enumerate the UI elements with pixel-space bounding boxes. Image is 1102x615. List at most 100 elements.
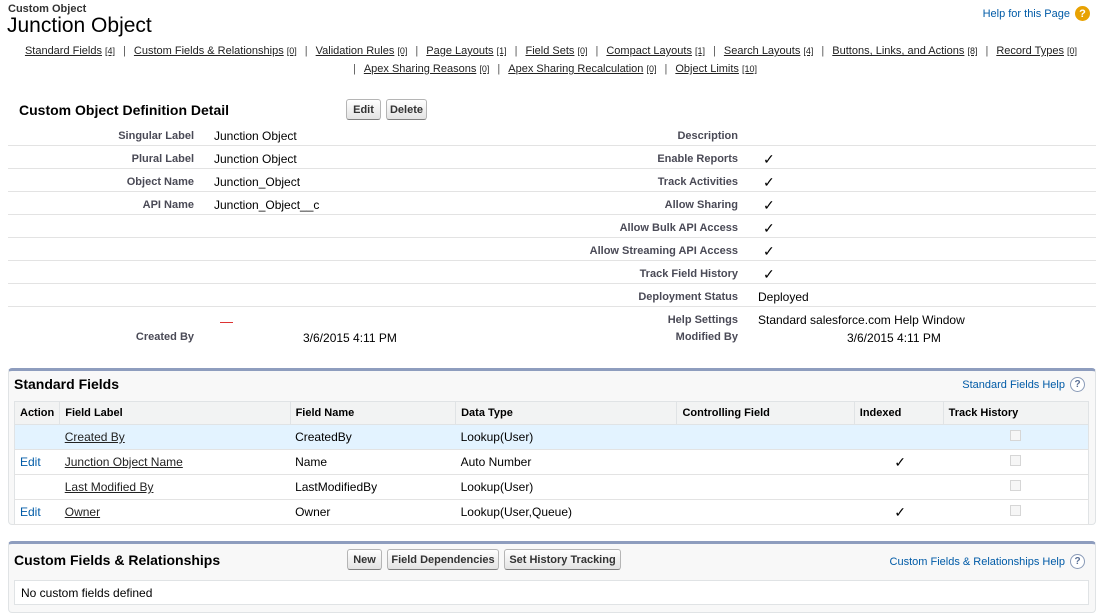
- checkmark-icon: ✓: [894, 503, 907, 520]
- data-type-cell: Lookup(User): [455, 474, 677, 500]
- delete-button[interactable]: Delete: [386, 99, 427, 120]
- edit-button[interactable]: Edit: [346, 99, 381, 120]
- related-list-nav-row-2: | Apex Sharing Reasons [0] | Apex Sharing R…: [0, 63, 1102, 75]
- detail-right-label: Allow Streaming API Access: [589, 245, 738, 257]
- created-date: 3/6/2015 4:11 PM: [303, 331, 397, 345]
- detail-left-label: API Name: [142, 199, 194, 211]
- modified-date: 3/6/2015 4:11 PM: [847, 331, 941, 345]
- field-name-cell: CreatedBy: [290, 424, 456, 450]
- no-custom-fields-message: No custom fields defined: [14, 580, 1089, 605]
- checkmark-icon: ✓: [763, 220, 775, 236]
- column-header-track-history: Track History: [942, 401, 1090, 425]
- nav-link-field-sets[interactable]: Field Sets: [526, 45, 575, 57]
- nav-count-object-limits[interactable]: [10]: [742, 64, 757, 74]
- help-question-icon[interactable]: ?: [1070, 554, 1085, 569]
- detail-right-label: Allow Sharing: [664, 199, 738, 211]
- table-row: Created By CreatedBy Lookup(User): [14, 424, 1089, 450]
- table-row: Last Modified By LastModifiedBy Lookup(Use…: [14, 474, 1089, 500]
- field-label-cell: Junction Object Name: [59, 449, 291, 475]
- detail-left-value: Junction_Object__c: [214, 198, 320, 212]
- nav-count-record-types[interactable]: [0]: [1067, 46, 1077, 56]
- nav-count-apex-sharing-recalculation[interactable]: [0]: [646, 64, 656, 74]
- help-for-page-text[interactable]: Help for this Page: [983, 8, 1070, 20]
- created-by-label: Created By: [135, 331, 194, 343]
- modified-by-label: Modified By: [675, 331, 738, 343]
- detail-right-label: Track Field History: [639, 268, 738, 280]
- nav-count-standard-fields[interactable]: [4]: [105, 46, 115, 56]
- nav-count-apex-sharing-reasons[interactable]: [0]: [479, 64, 489, 74]
- column-header-indexed: Indexed: [853, 401, 944, 425]
- detail-row: [8, 215, 1096, 238]
- field-name-cell: LastModifiedBy: [290, 474, 456, 500]
- nav-link-object-limits[interactable]: Object Limits: [675, 63, 739, 75]
- field-label-link[interactable]: Last Modified By: [65, 480, 154, 494]
- checkmark-icon: ✓: [763, 266, 775, 282]
- edit-field-link[interactable]: Edit: [20, 505, 41, 519]
- new-field-button[interactable]: New: [347, 549, 382, 570]
- field-name-cell: Name: [290, 449, 456, 475]
- nav-link-page-layouts[interactable]: Page Layouts: [426, 45, 493, 57]
- nav-count-compact-layouts[interactable]: [1]: [695, 46, 705, 56]
- nav-count-search-layouts[interactable]: [4]: [803, 46, 813, 56]
- custom-fields-help-link[interactable]: Custom Fields & Relationships Help ?: [890, 554, 1085, 569]
- nav-link-search-layouts[interactable]: Search Layouts: [724, 45, 800, 57]
- custom-fields-title: Custom Fields & Relationships: [14, 552, 221, 568]
- detail-row: [8, 261, 1096, 284]
- column-header-field-name: Field Name: [289, 401, 457, 425]
- help-question-icon[interactable]: ?: [1070, 377, 1085, 392]
- help-question-icon[interactable]: ?: [1075, 6, 1090, 21]
- related-list-nav-row-1: Standard Fields [4] | Custom Fields & Rela…: [0, 45, 1102, 57]
- nav-separator: |: [821, 45, 825, 57]
- action-cell: [14, 474, 60, 500]
- field-label-link[interactable]: Junction Object Name: [65, 455, 183, 469]
- nav-separator: |: [352, 63, 356, 75]
- indexed-cell: [854, 474, 944, 500]
- checkmark-icon: ✓: [763, 174, 775, 190]
- detail-left-label: Plural Label: [131, 153, 194, 165]
- nav-count-field-sets[interactable]: [0]: [577, 46, 587, 56]
- nav-count-buttons-links-and-actions[interactable]: [8]: [967, 46, 977, 56]
- help-for-page-link[interactable]: Help for this Page ?: [983, 6, 1090, 21]
- nav-link-custom-fields-relationships[interactable]: Custom Fields & Relationships: [134, 45, 284, 57]
- nav-link-apex-sharing-recalculation[interactable]: Apex Sharing Recalculation: [508, 63, 643, 75]
- nav-link-validation-rules[interactable]: Validation Rules: [316, 45, 395, 57]
- detail-right-label: Track Activities: [657, 176, 738, 188]
- custom-fields-help-text[interactable]: Custom Fields & Relationships Help: [890, 556, 1065, 568]
- nav-count-page-layouts[interactable]: [1]: [497, 46, 507, 56]
- standard-fields-help-text[interactable]: Standard Fields Help: [962, 379, 1065, 391]
- track-history-cell: [943, 424, 1089, 450]
- track-history-checkbox: [1010, 480, 1022, 491]
- edit-field-link[interactable]: Edit: [20, 455, 41, 469]
- controlling-field-cell: [676, 449, 855, 475]
- detail-row: [8, 284, 1096, 307]
- nav-count-custom-fields-relationships[interactable]: [0]: [287, 46, 297, 56]
- field-label-link[interactable]: Owner: [65, 505, 100, 519]
- nav-link-record-types[interactable]: Record Types: [996, 45, 1064, 57]
- nav-separator: |: [123, 45, 126, 57]
- nav-separator: |: [514, 45, 518, 57]
- field-dependencies-button[interactable]: Field Dependencies: [387, 549, 499, 570]
- nav-link-buttons-links-and-actions[interactable]: Buttons, Links, and Actions: [832, 45, 964, 57]
- detail-right-label: Help Settings: [667, 314, 738, 326]
- nav-separator: |: [497, 63, 501, 75]
- nav-separator: |: [664, 63, 668, 75]
- track-history-cell: [943, 474, 1089, 500]
- nav-count-validation-rules[interactable]: [0]: [397, 46, 407, 56]
- data-type-cell: Lookup(User,Queue): [455, 499, 677, 525]
- detail-left-label: Object Name: [126, 176, 194, 188]
- field-label-link[interactable]: Created By: [65, 430, 125, 444]
- data-type-cell: Lookup(User): [455, 424, 677, 450]
- track-history-checkbox: [1010, 455, 1022, 466]
- detail-section-title: Custom Object Definition Detail: [19, 102, 230, 118]
- table-row: Edit Owner Owner Lookup(User,Queue) ✓: [14, 499, 1089, 525]
- column-header-action: Action: [13, 401, 61, 425]
- nav-link-standard-fields[interactable]: Standard Fields: [25, 45, 102, 57]
- nav-link-compact-layouts[interactable]: Compact Layouts: [606, 45, 692, 57]
- track-history-cell: [943, 449, 1089, 475]
- standard-fields-help-link[interactable]: Standard Fields Help ?: [962, 377, 1085, 392]
- field-label-cell: Last Modified By: [59, 474, 291, 500]
- set-history-tracking-button[interactable]: Set History Tracking: [504, 549, 621, 570]
- column-header-data-type: Data Type: [455, 401, 678, 425]
- checkmark-icon: ✓: [763, 151, 775, 167]
- nav-link-apex-sharing-reasons[interactable]: Apex Sharing Reasons: [364, 63, 477, 75]
